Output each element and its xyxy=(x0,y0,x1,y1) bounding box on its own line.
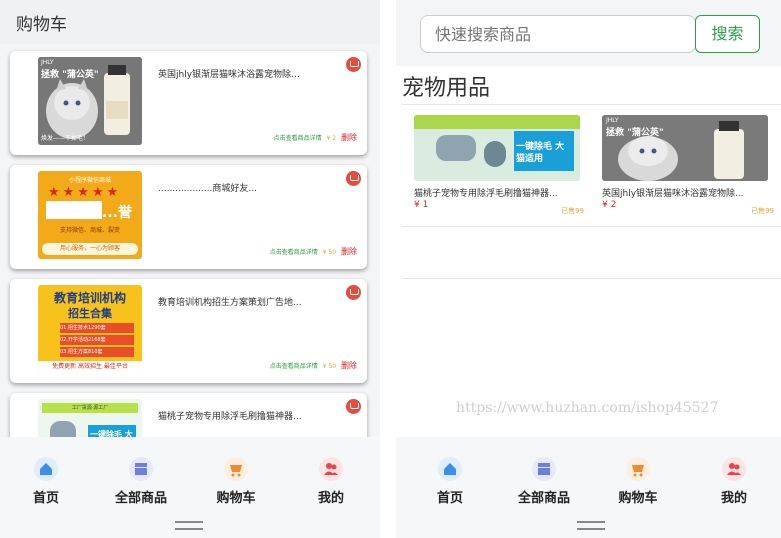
thumb-top: 小程序微信商城 xyxy=(68,177,111,184)
cart-header: 购物车 xyxy=(0,0,380,44)
tab-label: 我的 xyxy=(317,491,344,506)
thumb-main: ...誉 xyxy=(102,205,132,221)
cart-item-title[interactable]: 教育培训机构招生方案策划广告地... xyxy=(158,295,308,308)
cart-item[interactable]: 小程序微信商城 ★★★★★ ...誉 支持微信、商城、裂变 用心服务，一心为顾客… xyxy=(10,165,367,269)
user-icon xyxy=(722,457,746,481)
product-thumbnail-education[interactable]: 教育培训机构 招生合集 01.招生技术1290套 02.开学活动2168套 03… xyxy=(38,285,142,373)
redaction-block xyxy=(46,201,102,219)
delete-button[interactable]: 删除 xyxy=(341,361,357,370)
thumb-row: 01.招生技术1290套 xyxy=(60,323,134,333)
tab-mine[interactable]: 我的 xyxy=(291,457,371,506)
thumb-headline: 拯救 "蒲公英" xyxy=(606,128,664,138)
cart-icon xyxy=(626,457,650,481)
search-field[interactable] xyxy=(420,15,696,53)
cart-icon[interactable] xyxy=(346,285,361,300)
price: ¥ 50 xyxy=(322,363,337,370)
product-title[interactable]: 猫桃子宠物专用除浮毛刷撸猫神器... xyxy=(414,186,580,199)
cart-item[interactable]: 教育培训机构 招生合集 01.招生技术1290套 02.开学活动2168套 03… xyxy=(10,279,367,383)
sold-count: 已售99 xyxy=(561,207,584,215)
cart-item[interactable]: JHLY 拯救 "蒲公英" 焕发——不掉毛！ 英国jhly银渐层猫咪沐浴露宠物除… xyxy=(10,51,367,155)
thumb-line: 支持微信、商城、裂变 xyxy=(59,227,120,234)
cart-icon xyxy=(224,457,248,481)
search-input[interactable] xyxy=(433,24,687,45)
price: ¥ 2 xyxy=(326,135,337,142)
tab-label: 首页 xyxy=(436,491,463,506)
search-button[interactable]: 搜索 xyxy=(695,15,760,53)
cart-item-meta: 点击查看商品详情 ¥ 50 删除 xyxy=(270,246,357,257)
cart-icon[interactable] xyxy=(346,57,361,72)
category-title: 宠物用品 xyxy=(402,76,491,101)
tab-label: 首页 xyxy=(32,491,59,506)
delete-button[interactable]: 删除 xyxy=(341,247,357,256)
thumb-headline: 教育培训机构 xyxy=(53,291,126,305)
thumb-footer: 用心服务，一心为顾客 xyxy=(42,243,138,255)
divider xyxy=(380,0,396,538)
tab-cart[interactable]: 购物车 xyxy=(196,457,276,506)
goods-icon xyxy=(129,457,153,481)
home-indicator[interactable] xyxy=(577,521,605,530)
cart-item-title[interactable]: 猫桃子宠物专用除浮毛刷撸猫神器... xyxy=(158,409,308,422)
goods-icon xyxy=(532,457,556,481)
thumb-main: 一键除毛 大猫适用 xyxy=(516,142,565,164)
cart-icon[interactable] xyxy=(346,171,361,186)
product-thumbnail-shampoo[interactable]: JHLY 拯救 "蒲公英" 焕发——不掉毛！ xyxy=(38,57,142,145)
product-card[interactable]: JHLY 拯救 "蒲公英" 英国jhly银渐层猫咪沐浴露宠物除... ¥ 2 已… xyxy=(592,106,781,227)
product-thumbnail-miniprogram[interactable]: 小程序微信商城 ★★★★★ ...誉 支持微信、商城、裂变 用心服务，一心为顾客 xyxy=(38,171,142,259)
cart-item-meta: 点击查看商品详情 ¥ 2 删除 xyxy=(274,132,357,143)
detail-link[interactable]: 点击查看商品详情 xyxy=(270,363,318,370)
tab-bar: 首页 全部商品 购物车 我的 xyxy=(396,437,781,538)
divider xyxy=(402,278,781,279)
thumb-row: 02.开学活动2168套 xyxy=(60,335,134,345)
thumb-top: 工厂货源·源工厂 xyxy=(71,405,109,411)
tab-label: 我的 xyxy=(720,491,747,506)
tab-label: 全部商品 xyxy=(517,491,570,506)
thumb-footer: 焕发——不掉毛！ xyxy=(41,135,90,142)
tab-all-goods[interactable]: 全部商品 xyxy=(504,457,584,506)
cart-item-title[interactable]: 英国jhly银渐层猫咪沐浴露宠物除臭... xyxy=(158,67,308,80)
tab-home[interactable]: 首页 xyxy=(410,457,490,506)
product-price: ¥ 1 xyxy=(414,200,429,210)
tab-label: 购物车 xyxy=(618,491,658,506)
detail-link[interactable]: 点击查看商品详情 xyxy=(274,135,322,142)
tab-home[interactable]: 首页 xyxy=(6,457,86,506)
thumb-sub: 招生合集 xyxy=(68,307,112,320)
product-card[interactable]: 一键除毛 大猫适用 猫桃子宠物专用除浮毛刷撸猫神器... ¥ 1 已售99 xyxy=(402,106,593,227)
thumb-brand: JHLY xyxy=(41,59,54,66)
home-indicator[interactable] xyxy=(175,521,203,530)
tab-label: 全部商品 xyxy=(114,491,167,506)
stars-icon: ★★★★★ xyxy=(48,185,122,200)
watermark: https://www.huzhan.com/ishop45527 xyxy=(456,400,719,416)
divider xyxy=(402,104,781,105)
category-screen: 搜索 宠物用品 一键除毛 大猫适用 猫桃子宠物专用除浮毛刷撸猫神器... ¥ 1… xyxy=(396,0,781,538)
thumb-footer: 免费更新 高效招生 最佳平台 xyxy=(38,361,142,373)
price: ¥ 50 xyxy=(322,249,337,256)
tab-all-goods[interactable]: 全部商品 xyxy=(101,457,181,506)
home-icon xyxy=(438,457,462,481)
product-thumbnail-brush[interactable]: 一键除毛 大猫适用 xyxy=(414,115,580,181)
cart-icon[interactable] xyxy=(346,399,361,414)
product-thumbnail-shampoo[interactable]: JHLY 拯救 "蒲公英" xyxy=(602,115,768,181)
tab-cart[interactable]: 购物车 xyxy=(598,457,678,506)
tab-mine[interactable]: 我的 xyxy=(694,457,774,506)
thumb-headline: 拯救 "蒲公英" xyxy=(41,70,99,80)
detail-link[interactable]: 点击查看商品详情 xyxy=(270,249,318,256)
cart-item-meta: 点击查看商品详情 ¥ 50 删除 xyxy=(270,360,357,371)
delete-button[interactable]: 删除 xyxy=(341,133,357,142)
page-title: 购物车 xyxy=(16,15,67,35)
thumb-row: 03.招生方案810套 xyxy=(60,347,134,357)
product-title[interactable]: 英国jhly银渐层猫咪沐浴露宠物除... xyxy=(602,186,768,199)
thumb-brand: JHLY xyxy=(606,117,619,124)
cart-item-title[interactable]: ...................商城好友... xyxy=(158,181,308,194)
product-price: ¥ 2 xyxy=(602,200,617,210)
tab-bar: 首页 全部商品 购物车 我的 xyxy=(0,437,380,538)
tab-label: 购物车 xyxy=(216,491,256,506)
home-icon xyxy=(34,457,58,481)
cart-screen: 购物车 JHLY 拯救 "蒲公英" 焕发——不掉毛！ 英国jhly银渐层猫咪沐浴… xyxy=(0,0,380,538)
user-icon xyxy=(319,457,343,481)
sold-count: 已售99 xyxy=(751,207,774,215)
